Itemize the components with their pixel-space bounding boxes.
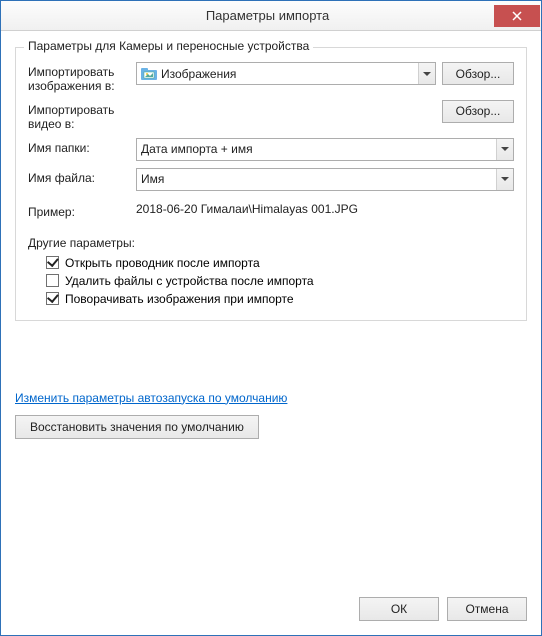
checkbox-rotate-images[interactable] xyxy=(46,292,59,305)
bottom-area: Изменить параметры автозапуска по умолча… xyxy=(15,321,527,577)
combo-file-text: Имя xyxy=(141,172,496,186)
label-folder-name: Имя папки: xyxy=(28,138,136,155)
check-delete-files: Удалить файлы с устройства после импорта xyxy=(46,274,514,288)
chevron-down-icon xyxy=(496,139,513,160)
checkbox-open-explorer[interactable] xyxy=(46,256,59,269)
combo-images-to[interactable]: Изображения xyxy=(136,62,436,85)
label-example: Пример: xyxy=(28,202,136,219)
combo-images-text: Изображения xyxy=(161,67,418,81)
checkbox-delete-files[interactable] xyxy=(46,274,59,287)
restore-defaults-button[interactable]: Восстановить значения по умолчанию xyxy=(15,415,259,439)
label-images-to: Импортировать изображения в: xyxy=(28,62,136,94)
window-title: Параметры импорта xyxy=(1,8,494,23)
example-text: 2018-06-20 Гималаи\Himalayas 001.JPG xyxy=(136,202,358,216)
chevron-down-icon xyxy=(496,169,513,190)
combo-folder-text: Дата импорта + имя xyxy=(141,142,496,156)
close-button[interactable] xyxy=(494,5,540,27)
label-video-to: Импортировать видео в: xyxy=(28,100,136,132)
groupbox-title: Параметры для Камеры и переносные устрой… xyxy=(24,39,313,53)
settings-groupbox: Параметры для Камеры и переносные устрой… xyxy=(15,47,527,321)
autoplay-link[interactable]: Изменить параметры автозапуска по умолча… xyxy=(15,391,287,405)
combo-file-name[interactable]: Имя xyxy=(136,168,514,191)
content-area: Параметры для Камеры и переносные устрой… xyxy=(1,31,541,587)
cancel-button[interactable]: Отмена xyxy=(447,597,527,621)
footer: ОК Отмена xyxy=(1,587,541,635)
browse-images-button[interactable]: Обзор... xyxy=(442,62,514,85)
ok-button[interactable]: ОК xyxy=(359,597,439,621)
row-example: Пример: 2018-06-20 Гималаи\Himalayas 001… xyxy=(28,202,514,226)
titlebar: Параметры импорта xyxy=(1,1,541,31)
row-file-name: Имя файла: Имя xyxy=(28,168,514,192)
checkbox-delete-files-label: Удалить файлы с устройства после импорта xyxy=(65,274,314,288)
chevron-down-icon xyxy=(418,63,435,84)
other-params: Другие параметры: Открыть проводник посл… xyxy=(28,236,514,306)
row-video-to: Импортировать видео в: Обзор... xyxy=(28,100,514,132)
checkbox-open-explorer-label: Открыть проводник после импорта xyxy=(65,256,260,270)
row-images-to: Импортировать изображения в: Изображения… xyxy=(28,62,514,94)
folder-icon xyxy=(141,67,157,81)
check-rotate-images: Поворачивать изображения при импорте xyxy=(46,292,514,306)
browse-video-button[interactable]: Обзор... xyxy=(442,100,514,123)
check-open-explorer: Открыть проводник после импорта xyxy=(46,256,514,270)
checkbox-rotate-images-label: Поворачивать изображения при импорте xyxy=(65,292,294,306)
combo-folder-name[interactable]: Дата импорта + имя xyxy=(136,138,514,161)
other-params-title: Другие параметры: xyxy=(28,236,514,250)
row-folder-name: Имя папки: Дата импорта + имя xyxy=(28,138,514,162)
label-file-name: Имя файла: xyxy=(28,168,136,185)
import-settings-window: Параметры импорта Параметры для Камеры и… xyxy=(0,0,542,636)
